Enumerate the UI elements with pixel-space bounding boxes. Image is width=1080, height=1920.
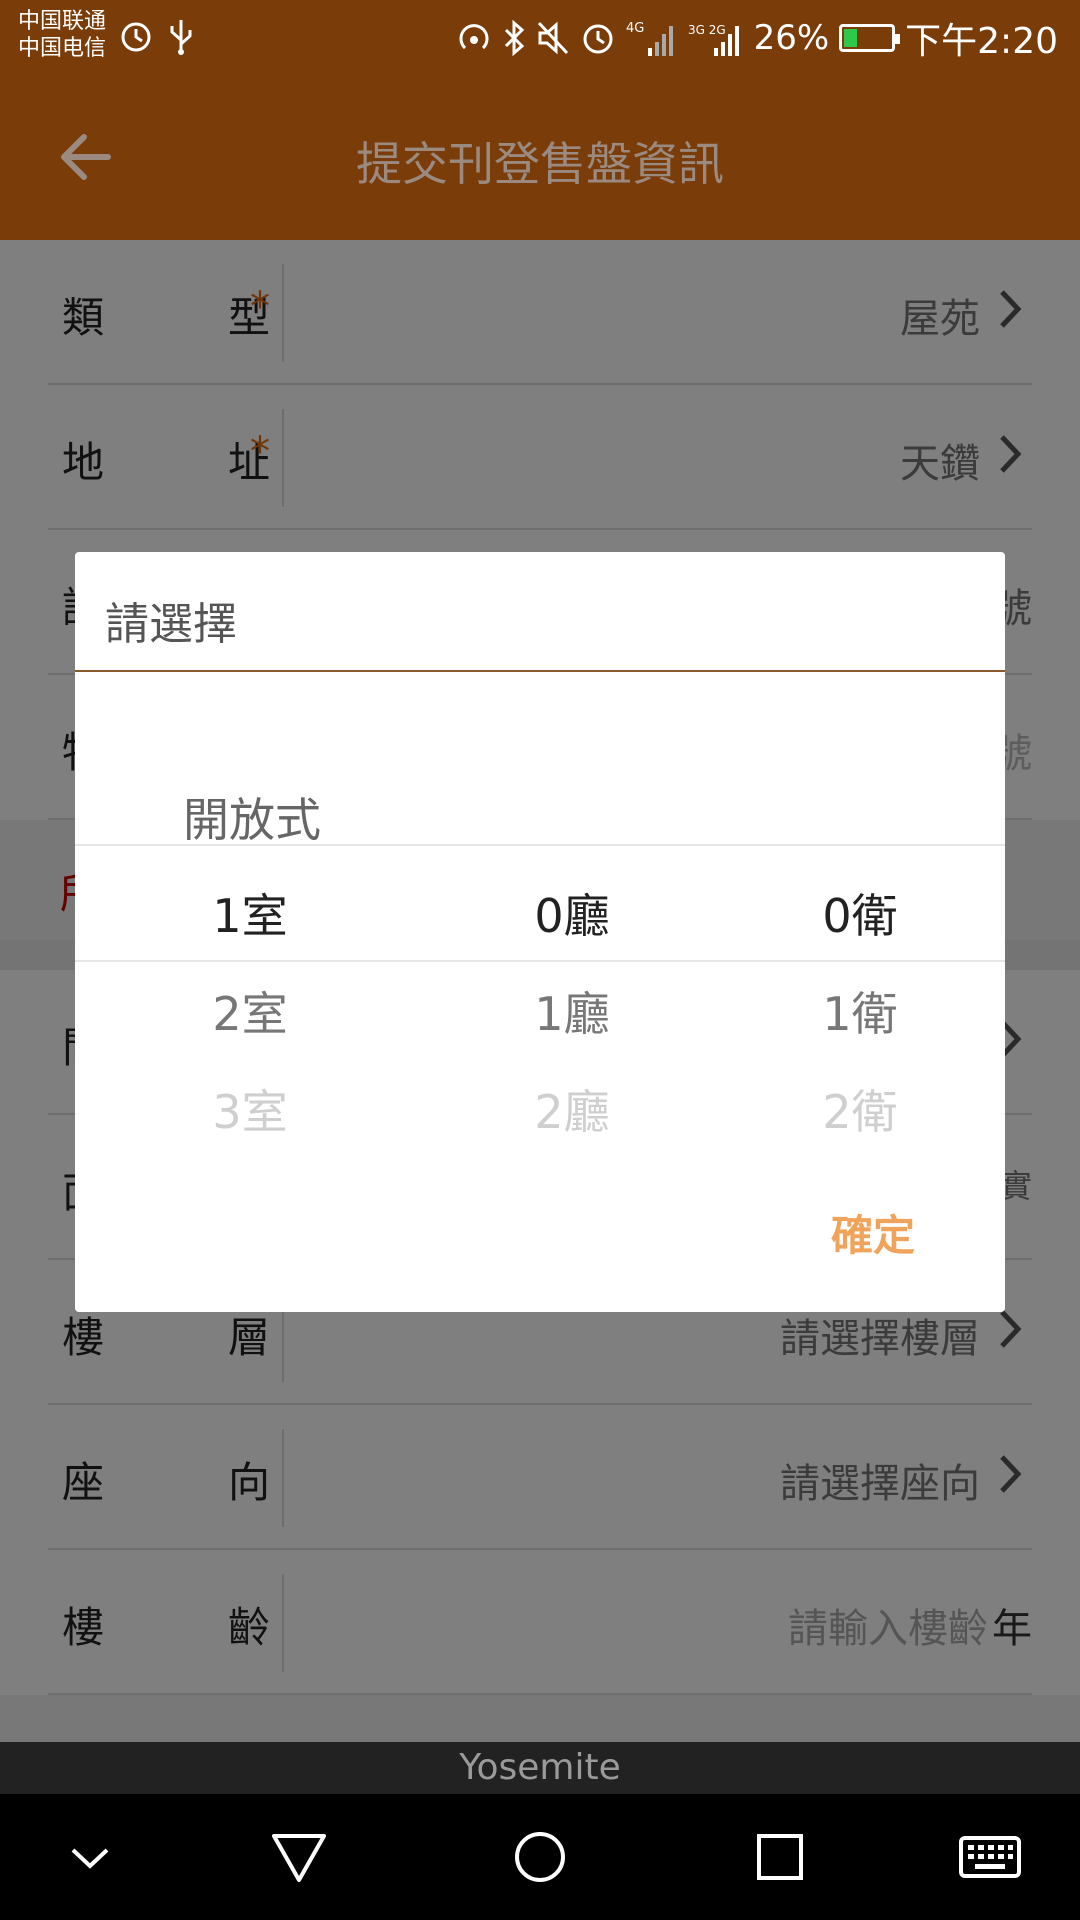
home-circle-icon[interactable] [505, 1822, 575, 1892]
header-scrim [0, 70, 1080, 240]
battery-icon [839, 24, 901, 52]
bluetooth-icon [504, 20, 524, 56]
back-triangle-icon[interactable] [264, 1822, 334, 1892]
alarm-icon [583, 24, 613, 54]
battery-percent: 26% [753, 18, 830, 58]
hotspot-icon [459, 24, 489, 50]
picker-column-halls[interactable]: 0廳 1廳 2廳 [422, 552, 722, 1312]
picker-column-rooms[interactable]: 1室 2室 3室 [100, 552, 400, 1312]
carrier-1: 中国联通 [18, 9, 107, 34]
ime-label[interactable]: Yosemite [459, 1747, 620, 1788]
keyboard-icon[interactable] [955, 1822, 1025, 1892]
signal-2-label: 3G 2G [688, 23, 726, 37]
mute-icon [537, 21, 568, 55]
usb-icon [170, 20, 192, 55]
recents-square-icon[interactable] [745, 1822, 815, 1892]
navigation-bar [0, 1794, 1080, 1920]
signal-4g-icon: 4G [626, 21, 673, 56]
confirm-button[interactable]: 確定 [831, 1202, 915, 1263]
picker-option[interactable]: 2廳 [422, 1076, 722, 1142]
picker-option-selected[interactable]: 0衛 [710, 880, 1010, 946]
picker-option[interactable]: 1廳 [422, 978, 722, 1044]
ime-suggestion-bar: Yosemite [0, 1742, 1080, 1794]
picker-option-selected[interactable]: 1室 [100, 880, 400, 946]
picker-option[interactable]: 2衛 [710, 1076, 1010, 1142]
alarm-clock-icon [121, 22, 151, 52]
carrier-info: 中国联通 中国电信 [18, 8, 106, 62]
picker-option[interactable]: 1衛 [710, 978, 1010, 1044]
picker-column-bathrooms[interactable]: 0衛 1衛 2衛 [710, 552, 1010, 1312]
chevron-down-icon[interactable] [55, 1822, 125, 1892]
picker-option[interactable]: 3室 [100, 1076, 400, 1142]
signal-3g-icon: 3G 2G [688, 23, 739, 56]
select-dialog: 請選擇 開放式 1室 2室 3室 0廳 1廳 2廳 0衛 1衛 2衛 確定 [75, 552, 1005, 1312]
picker-option[interactable]: 2室 [100, 978, 400, 1044]
status-icons: 4G 3G 2G 26% 下午2:20 [456, 12, 1058, 64]
signal-1-label: 4G [626, 21, 644, 36]
carrier-2: 中国电信 [18, 36, 107, 61]
battery-fill [844, 29, 858, 47]
status-bar: 中国联通 中国电信 4G 3G 2G 26% 下午2:20 [0, 0, 1080, 70]
clock: 下午2:20 [905, 21, 1058, 62]
picker-option-selected[interactable]: 0廳 [422, 880, 722, 946]
